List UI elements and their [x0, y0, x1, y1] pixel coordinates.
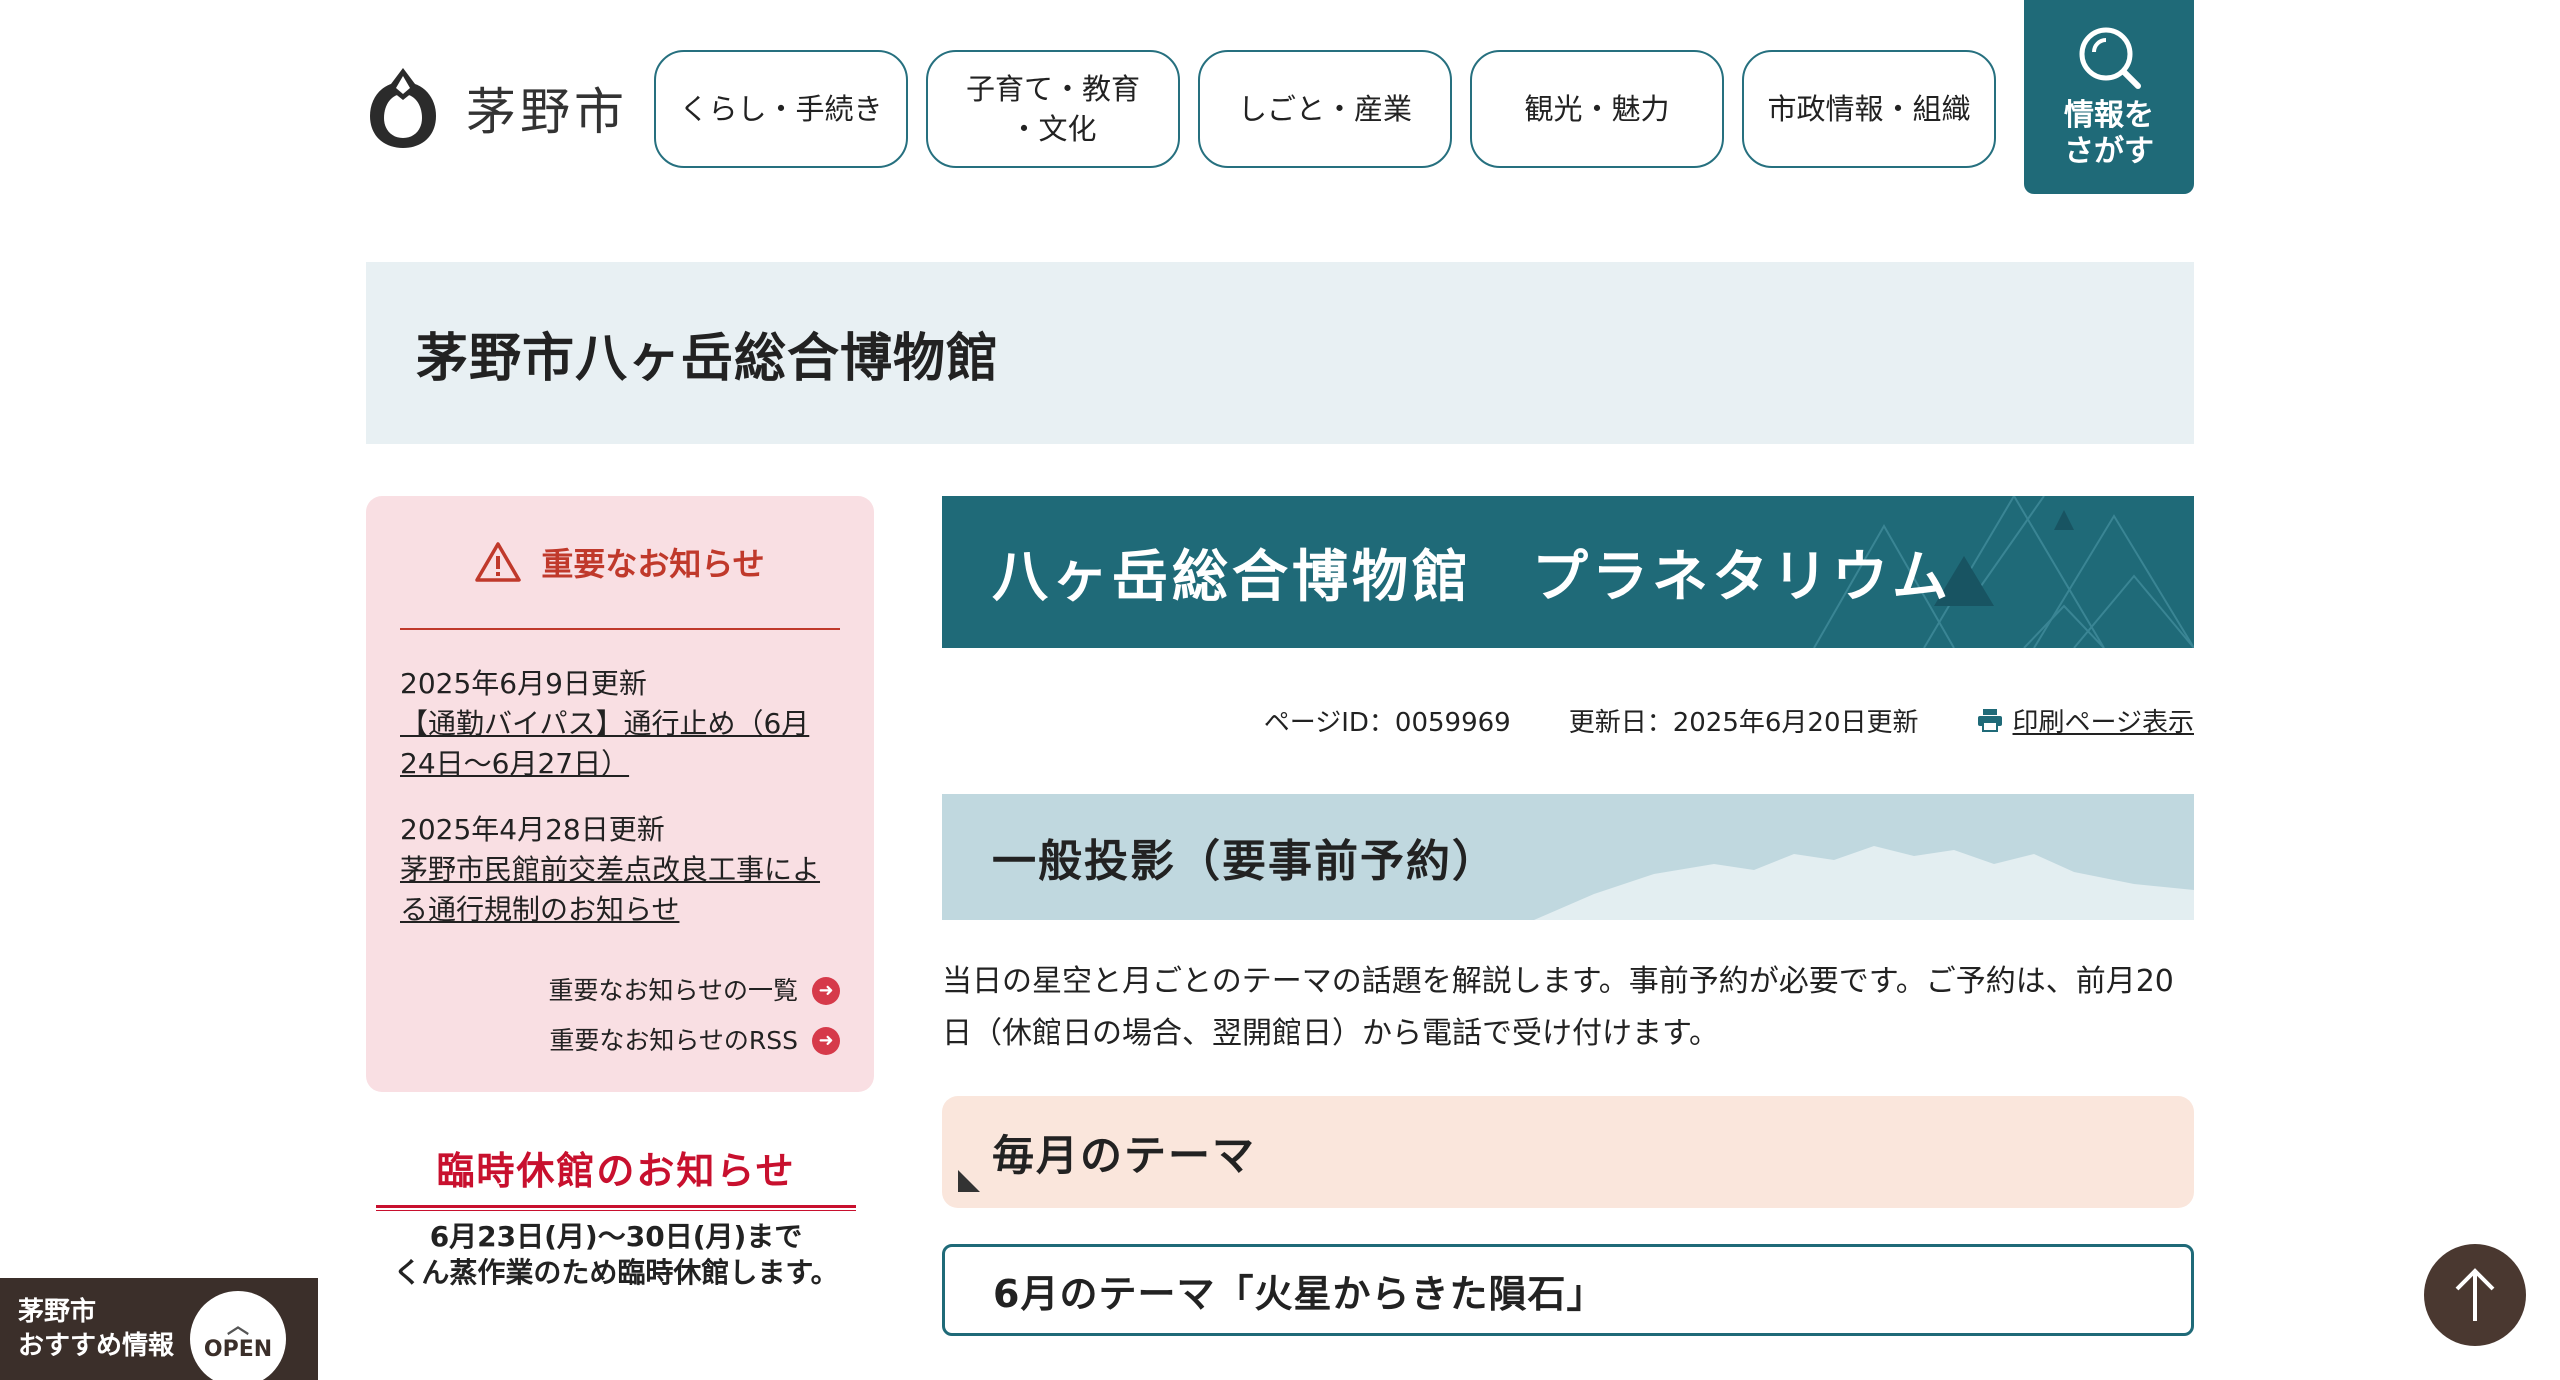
page-title-band: 茅野市八ヶ岳総合博物館	[366, 262, 2194, 444]
global-nav: くらし・手続き 子育て・教育 ・文化 しごと・産業 観光・魅力 市政情報・組織	[654, 50, 1996, 168]
notice-title: 重要なお知らせ	[541, 545, 765, 583]
theme-title: 6月のテーマ「火星からきた隕石」	[993, 1271, 1606, 1316]
logo-text: 茅野市	[466, 83, 628, 141]
search-label: 情報を さがす	[2064, 98, 2154, 169]
mountain-silhouette-decoration	[1534, 846, 2194, 920]
notice-rss-link[interactable]: 重要なお知らせのRSS ➜	[549, 1016, 840, 1066]
notice-item: 2025年4月28日更新 茅野市民館前交差点改良工事による通行規制のお知らせ	[400, 810, 840, 930]
notice-date: 2025年6月9日更新	[400, 667, 647, 700]
nav-kanko[interactable]: 観光・魅力	[1470, 50, 1724, 168]
notice-rss-label: 重要なお知らせのRSS	[549, 1026, 798, 1055]
updated-date: 更新日：2025年6月20日更新	[1568, 707, 1919, 738]
subsection-heading: 毎月のテーマ	[942, 1096, 2194, 1208]
recommended-info-tab[interactable]: 茅野市 おすすめ情報 ︿ OPEN	[0, 1278, 318, 1380]
closure-text: 6月23日(月)～30日(月)まで くん蒸作業のため臨時休館します。	[393, 1220, 839, 1289]
printer-icon	[1977, 709, 2002, 732]
notice-date: 2025年4月28日更新	[400, 813, 665, 846]
nav-kurashi[interactable]: くらし・手続き	[654, 50, 908, 168]
temporary-closure-banner[interactable]: 臨時休館のお知らせ 6月23日(月)～30日(月)まで くん蒸作業のため臨時休館…	[376, 1140, 856, 1291]
nav-shigoto[interactable]: しごと・産業	[1198, 50, 1452, 168]
arrow-up-icon	[2455, 1268, 2495, 1321]
notice-list-label: 重要なお知らせの一覧	[548, 976, 798, 1005]
main-content: 八ヶ岳総合博物館 プラネタリウム ページID：0059969 更新日：2025年…	[942, 496, 2194, 1336]
notice-item: 2025年6月9日更新 【通勤バイパス】通行止め（6月24日～6月27日）	[400, 664, 840, 784]
notice-footer-links: 重要なお知らせの一覧 ➜ 重要なお知らせのRSS ➜	[400, 966, 840, 1066]
warning-icon	[475, 542, 522, 582]
page-top-button[interactable]	[2424, 1244, 2526, 1346]
closure-divider	[376, 1205, 856, 1211]
page-id: ページID：0059969	[1263, 707, 1511, 738]
arrow-right-circle-icon: ➜	[812, 1027, 840, 1055]
hero-title: 八ヶ岳総合博物館 プラネタリウム	[992, 544, 1952, 610]
notice-list-link[interactable]: 重要なお知らせの一覧 ➜	[548, 966, 840, 1016]
notice-link[interactable]: 【通勤バイパス】通行止め（6月24日～6月27日）	[400, 704, 840, 784]
important-notice-box: 重要なお知らせ 2025年6月9日更新 【通勤バイパス】通行止め（6月24日～6…	[366, 496, 874, 1092]
open-button[interactable]: ︿ OPEN	[190, 1291, 287, 1380]
theme-heading: 6月のテーマ「火星からきた隕石」	[942, 1244, 2194, 1336]
nav-shisei[interactable]: 市政情報・組織	[1742, 50, 1996, 168]
hero-heading: 八ヶ岳総合博物館 プラネタリウム	[942, 496, 2194, 648]
site-logo[interactable]: 茅野市	[366, 66, 628, 150]
chevron-up-icon: ︿	[227, 1313, 250, 1339]
arrow-right-circle-icon: ➜	[812, 977, 840, 1005]
closure-title: 臨時休館のお知らせ	[436, 1149, 796, 1193]
subsection-title: 毎月のテーマ	[992, 1130, 1257, 1180]
recommended-info-label: 茅野市 おすすめ情報	[18, 1297, 175, 1361]
print-link[interactable]: 印刷ページ表示	[1977, 702, 2194, 739]
notice-header: 重要なお知らせ	[400, 496, 840, 630]
page-meta: ページID：0059969 更新日：2025年6月20日更新 印刷ページ表示	[942, 692, 2194, 748]
section-heading: 一般投影（要事前予約）	[942, 794, 2194, 920]
nav-kosodate[interactable]: 子育て・教育 ・文化	[926, 50, 1180, 168]
print-label: 印刷ページ表示	[2012, 707, 2194, 738]
page-title: 茅野市八ヶ岳総合博物館	[416, 328, 1000, 389]
open-label: OPEN	[203, 1336, 273, 1362]
search-icon	[2079, 27, 2141, 89]
corner-triangle-icon	[958, 1170, 980, 1192]
search-button[interactable]: 情報を さがす	[2024, 0, 2194, 194]
notice-link[interactable]: 茅野市民館前交差点改良工事による通行規制のお知らせ	[400, 850, 840, 930]
city-emblem-icon	[370, 68, 436, 148]
section-title: 一般投影（要事前予約）	[992, 836, 1498, 887]
lead-paragraph: 当日の星空と月ごとのテーマの話題を解説します。事前予約が必要です。ご予約は、前月…	[942, 964, 2174, 1051]
